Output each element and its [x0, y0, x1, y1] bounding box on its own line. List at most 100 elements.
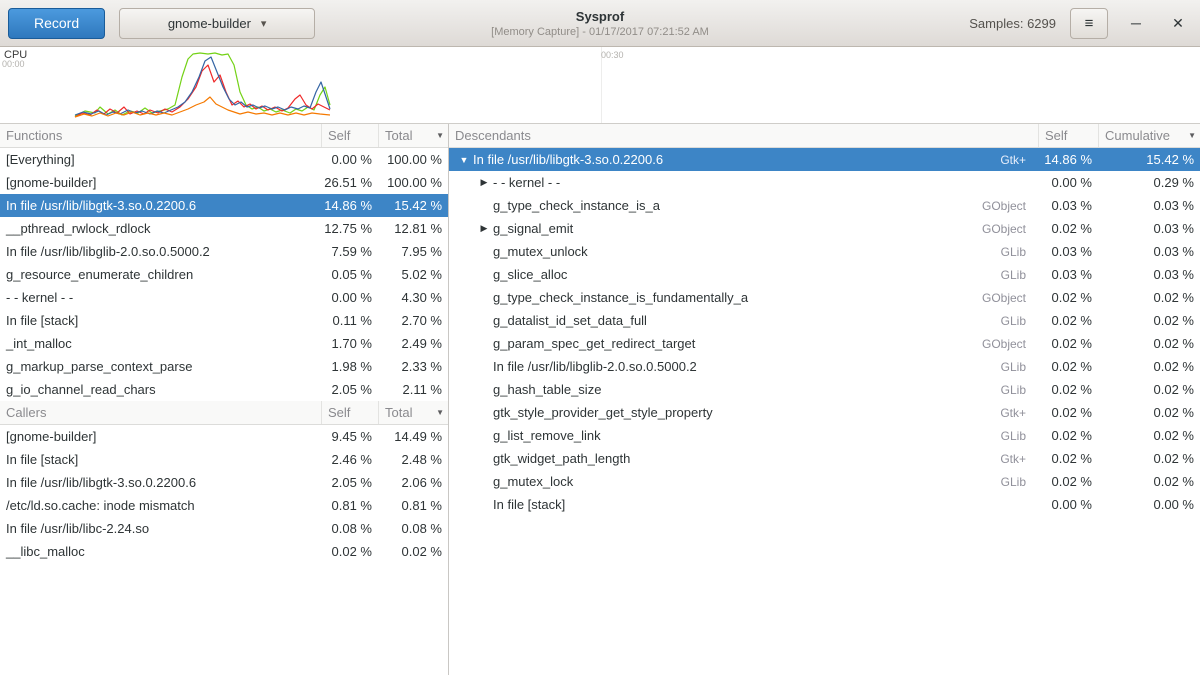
process-selector-dropdown[interactable]: gnome-builder ▾ [119, 8, 315, 39]
self-percent-value: 0.81 % [321, 498, 378, 513]
function-name: __libc_malloc [6, 544, 85, 559]
table-row[interactable]: __libc_malloc0.02 %0.02 % [0, 540, 448, 563]
table-row[interactable]: [Everything]0.00 %100.00 % [0, 148, 448, 171]
descendants-self-column-header[interactable]: Self [1038, 124, 1098, 147]
self-percent-value: 0.02 % [1038, 359, 1098, 374]
expander-open-icon[interactable]: ▼ [455, 155, 473, 165]
close-button[interactable]: ✕ [1164, 9, 1192, 37]
expander-closed-icon[interactable]: ▶ [475, 223, 493, 234]
function-name-cell: ▼In file /usr/lib/libgtk-3.so.0.2200.6Gt… [449, 152, 1038, 167]
self-percent-value: 12.75 % [321, 221, 378, 236]
function-name: g_signal_emit [493, 221, 573, 236]
library-tag: GLib [1001, 429, 1038, 443]
table-row[interactable]: gtk_widget_path_lengthGtk+0.02 %0.02 % [449, 447, 1200, 470]
table-row[interactable]: g_resource_enumerate_children0.05 %5.02 … [0, 263, 448, 286]
total-percent-value: 0.02 % [1098, 405, 1200, 420]
cpu-timeline[interactable]: CPU 00:00 00:30 [0, 47, 1200, 124]
functions-self-column-header[interactable]: Self [321, 124, 378, 147]
self-percent-value: 2.05 % [321, 475, 378, 490]
table-row[interactable]: gtk_style_provider_get_style_propertyGtk… [449, 401, 1200, 424]
function-name-cell: In file /usr/lib/libglib-2.0.so.0.5000.2 [0, 244, 321, 259]
close-icon: ✕ [1172, 15, 1184, 31]
descendants-column-header[interactable]: Descendants [449, 124, 1038, 147]
function-name: g_mutex_unlock [493, 244, 588, 259]
record-button[interactable]: Record [8, 8, 105, 39]
callers-total-label: Total [385, 405, 412, 420]
table-row[interactable]: /etc/ld.so.cache: inode mismatch0.81 %0.… [0, 494, 448, 517]
total-percent-value: 0.81 % [378, 498, 448, 513]
table-row[interactable]: In file /usr/lib/libgtk-3.so.0.2200.6 2.0… [0, 471, 448, 494]
table-row[interactable]: ▶g_signal_emitGObject0.02 %0.03 % [449, 217, 1200, 240]
minimize-button[interactable]: ─ [1122, 9, 1150, 37]
hamburger-menu-button[interactable]: ≡ [1070, 8, 1108, 39]
function-name: g_type_check_instance_is_fundamentally_a [493, 290, 748, 305]
callers-column-header[interactable]: Callers [0, 401, 321, 424]
total-percent-value: 2.49 % [378, 336, 448, 351]
table-row[interactable]: In file [stack]2.46 %2.48 % [0, 448, 448, 471]
functions-column-header[interactable]: Functions [0, 124, 321, 147]
self-percent-value: 0.03 % [1038, 244, 1098, 259]
function-name: g_markup_parse_context_parse [6, 359, 192, 374]
library-tag: GObject [982, 291, 1038, 305]
table-row[interactable]: g_type_check_instance_is_aGObject0.03 %0… [449, 194, 1200, 217]
total-percent-value: 12.81 % [378, 221, 448, 236]
function-name: g_hash_table_size [493, 382, 601, 397]
self-percent-value: 0.02 % [1038, 313, 1098, 328]
table-row[interactable]: In file /usr/lib/libglib-2.0.so.0.5000.2… [0, 240, 448, 263]
library-tag: GLib [1001, 268, 1038, 282]
table-row[interactable]: In file /usr/lib/libglib-2.0.so.0.5000.2… [449, 355, 1200, 378]
table-row[interactable]: g_hash_table_sizeGLib0.02 %0.02 % [449, 378, 1200, 401]
table-row[interactable]: g_mutex_lockGLib0.02 %0.02 % [449, 470, 1200, 493]
table-row[interactable]: g_io_channel_read_chars2.05 %2.11 % [0, 378, 448, 401]
function-name-cell: In file /usr/lib/libglib-2.0.so.0.5000.2… [449, 359, 1038, 374]
page-subtitle: [Memory Capture] - 01/17/2017 07:21:52 A… [300, 26, 900, 38]
table-row[interactable]: In file [stack]0.11 %2.70 % [0, 309, 448, 332]
table-row[interactable]: - - kernel - -0.00 %4.30 % [0, 286, 448, 309]
descendants-header: Descendants Self Cumulative ▼ [449, 124, 1200, 148]
table-row[interactable]: g_type_check_instance_is_fundamentally_a… [449, 286, 1200, 309]
self-percent-value: 0.02 % [1038, 474, 1098, 489]
table-row[interactable]: ▼In file /usr/lib/libgtk-3.so.0.2200.6Gt… [449, 148, 1200, 171]
table-row[interactable]: [gnome-builder]26.51 %100.00 % [0, 171, 448, 194]
table-row[interactable]: ▶- - kernel - -0.00 %0.29 % [449, 171, 1200, 194]
callers-total-column-header[interactable]: Total ▼ [378, 401, 448, 424]
total-percent-value: 2.48 % [378, 452, 448, 467]
headerbar: Record gnome-builder ▾ Sysprof [Memory C… [0, 0, 1200, 47]
library-tag: GLib [1001, 383, 1038, 397]
table-row[interactable]: g_mutex_unlockGLib0.03 %0.03 % [449, 240, 1200, 263]
expander-closed-icon[interactable]: ▶ [475, 177, 493, 188]
table-row[interactable]: g_markup_parse_context_parse1.98 %2.33 % [0, 355, 448, 378]
library-tag: GObject [982, 199, 1038, 213]
function-name-cell: In file [stack] [0, 452, 321, 467]
table-row[interactable]: In file [stack]0.00 %0.00 % [449, 493, 1200, 516]
function-name-cell: g_markup_parse_context_parse [0, 359, 321, 374]
self-percent-value: 14.86 % [321, 198, 378, 213]
table-row[interactable]: __pthread_rwlock_rdlock12.75 %12.81 % [0, 217, 448, 240]
table-row[interactable]: g_slice_allocGLib0.03 %0.03 % [449, 263, 1200, 286]
table-row[interactable]: g_datalist_id_set_data_fullGLib0.02 %0.0… [449, 309, 1200, 332]
self-percent-value: 0.00 % [321, 290, 378, 305]
table-row[interactable]: [gnome-builder]9.45 %14.49 % [0, 425, 448, 448]
cpu-blue-series [75, 57, 330, 115]
table-row[interactable]: g_param_spec_get_redirect_targetGObject0… [449, 332, 1200, 355]
table-row[interactable]: g_list_remove_linkGLib0.02 %0.02 % [449, 424, 1200, 447]
function-name: g_list_remove_link [493, 428, 601, 443]
function-name-cell: In file /usr/lib/libc-2.24.so [0, 521, 321, 536]
function-name-cell: [gnome-builder] [0, 175, 321, 190]
functions-total-column-header[interactable]: Total ▼ [378, 124, 448, 147]
descendants-cumulative-column-header[interactable]: Cumulative ▼ [1098, 124, 1200, 147]
self-percent-value: 0.02 % [1038, 336, 1098, 351]
library-tag: GLib [1001, 314, 1038, 328]
table-row[interactable]: In file /usr/lib/libgtk-3.so.0.2200.614.… [0, 194, 448, 217]
function-name-cell: In file /usr/lib/libgtk-3.so.0.2200.6 [0, 198, 321, 213]
function-name: - - kernel - - [6, 290, 73, 305]
function-name: g_resource_enumerate_children [6, 267, 193, 282]
function-name-cell: g_mutex_unlockGLib [449, 244, 1038, 259]
function-name: In file /usr/lib/libgtk-3.so.0.2200.6 [6, 475, 196, 490]
callers-self-column-header[interactable]: Self [321, 401, 378, 424]
table-row[interactable]: In file /usr/lib/libc-2.24.so0.08 %0.08 … [0, 517, 448, 540]
function-name-cell: In file /usr/lib/libgtk-3.so.0.2200.6 [0, 475, 321, 490]
total-percent-value: 0.02 % [378, 544, 448, 559]
left-pane: Functions Self Total ▼ [Everything]0.00 … [0, 124, 449, 675]
table-row[interactable]: _int_malloc1.70 %2.49 % [0, 332, 448, 355]
